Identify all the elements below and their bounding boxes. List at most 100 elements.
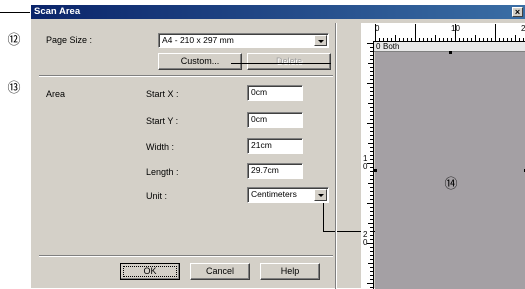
ruler-tick	[367, 203, 373, 204]
horizontal-ruler: 0 10 2	[373, 23, 525, 42]
resize-handle-left[interactable]	[374, 169, 377, 172]
ruler-tick	[370, 235, 373, 236]
ruler-tick	[370, 139, 373, 140]
start-x-input[interactable]: 0cm	[247, 85, 303, 101]
ruler-tick	[370, 87, 373, 88]
ruler-tick	[370, 191, 373, 192]
page-size-select[interactable]: A4 - 210 x 297 mm	[158, 33, 329, 48]
width-value: 21cm	[251, 140, 272, 150]
ruler-tick	[467, 38, 468, 41]
length-input[interactable]: 29.7cm	[247, 163, 303, 179]
ruler-tick	[370, 195, 373, 196]
ruler-left-label-20: 2 0	[363, 230, 368, 247]
ruler-tick	[375, 24, 376, 41]
ruler-tick	[370, 255, 373, 256]
ruler-tick	[515, 35, 516, 41]
ruler-tick	[367, 43, 373, 44]
ruler-tick	[431, 38, 432, 41]
ruler-tick	[368, 103, 373, 104]
scan-page-area[interactable]: ⑭	[374, 51, 525, 289]
ruler-tick	[447, 38, 448, 41]
ruler-tick	[370, 67, 373, 68]
ruler-tick	[471, 38, 472, 41]
preview-header-zero: 0	[376, 42, 381, 51]
resize-handle-top[interactable]	[449, 51, 452, 54]
width-label: Width :	[146, 142, 175, 152]
ruler-tick	[435, 35, 436, 41]
ruler-tick	[395, 35, 396, 41]
ruler-tick	[370, 95, 373, 96]
ruler-tick	[370, 127, 373, 128]
preview-header-mode: Both	[383, 42, 400, 51]
callout-page-size: ⑫	[7, 33, 21, 48]
length-label: Length :	[146, 167, 179, 177]
page-size-value: A4 - 210 x 297 mm	[162, 35, 234, 45]
help-button[interactable]: Help	[260, 263, 320, 280]
close-icon: ×	[514, 7, 521, 17]
ruler-tick	[368, 183, 373, 184]
ruler-tick	[370, 155, 373, 156]
title-bar: Scan Area ×	[31, 5, 525, 19]
ruler-tick	[368, 263, 373, 264]
custom-button[interactable]: Custom...	[158, 53, 242, 70]
ruler-top-label-20: 2	[521, 24, 525, 33]
ruler-tick	[370, 131, 373, 132]
ruler-tick	[370, 115, 373, 116]
chevron-down-icon[interactable]	[314, 189, 327, 201]
ruler-tick	[367, 83, 373, 84]
ruler-tick	[370, 147, 373, 148]
ruler-tick	[379, 38, 380, 41]
ruler-tick	[370, 279, 373, 280]
callout-custom-line	[231, 63, 331, 64]
ruler-tick	[370, 167, 373, 168]
cancel-button[interactable]: Cancel	[190, 263, 250, 280]
ruler-tick	[383, 38, 384, 41]
ruler-tick	[370, 271, 373, 272]
start-y-label: Start Y :	[146, 116, 179, 126]
ok-button[interactable]: OK	[120, 263, 180, 280]
start-y-input[interactable]: 0cm	[247, 112, 303, 128]
ruler-tick	[423, 38, 424, 41]
ruler-tick	[370, 119, 373, 120]
unit-select[interactable]: Centimeters	[247, 187, 329, 203]
ruler-tick	[415, 24, 416, 41]
start-x-value: 0cm	[251, 87, 268, 97]
ruler-tick	[439, 38, 440, 41]
ruler-tick	[370, 79, 373, 80]
ruler-tick	[370, 219, 373, 220]
ruler-tick	[495, 24, 496, 41]
ruler-tick	[370, 159, 373, 160]
ruler-tick	[451, 38, 452, 41]
ruler-tick	[370, 259, 373, 260]
length-value: 29.7cm	[251, 165, 279, 175]
chevron-down-icon[interactable]	[314, 35, 327, 46]
ruler-tick	[368, 143, 373, 144]
ruler-tick	[370, 187, 373, 188]
ruler-tick	[427, 38, 428, 41]
delete-button[interactable]: Delete	[247, 53, 331, 70]
ruler-tick	[370, 175, 373, 176]
ruler-tick	[370, 179, 373, 180]
close-button[interactable]: ×	[512, 7, 523, 17]
area-label: Area	[46, 89, 66, 99]
ruler-tick	[367, 123, 373, 124]
ruler-tick	[475, 35, 476, 41]
start-x-label: Start X :	[146, 89, 179, 99]
ruler-tick	[391, 38, 392, 41]
ruler-tick	[370, 231, 373, 232]
ruler-tick	[523, 38, 524, 41]
ruler-tick	[411, 38, 412, 41]
preview-pane: 0 10 2 1 0 2 0 0 Both ⑭	[361, 23, 525, 289]
ruler-tick	[370, 47, 373, 48]
ruler-tick	[370, 207, 373, 208]
ruler-tick	[459, 38, 460, 41]
ruler-tick	[503, 38, 504, 41]
scan-area-dialog: Scan Area × Page Size : A4 - 210 x 297 m…	[30, 4, 525, 289]
ruler-tick	[370, 111, 373, 112]
ruler-tick	[387, 38, 388, 41]
ruler-tick	[483, 38, 484, 41]
ruler-tick	[479, 38, 480, 41]
width-input[interactable]: 21cm	[247, 138, 303, 154]
ruler-tick	[370, 211, 373, 212]
ruler-tick	[370, 75, 373, 76]
